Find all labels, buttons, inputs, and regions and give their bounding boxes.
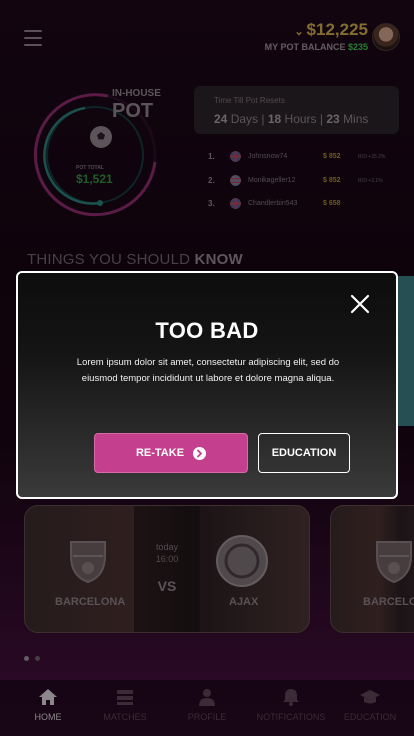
modal-title: TOO BAD xyxy=(155,318,259,343)
modal-body: Lorem ipsum dolor sit amet, consectetur … xyxy=(76,357,340,384)
education-button[interactable]: EDUCATION xyxy=(258,433,350,473)
arrow-right-circle-icon xyxy=(193,446,207,460)
app-screen: ⌄ $12,225 MY POT BALANCE $235 IN-HOUSE PO… xyxy=(0,0,414,736)
result-modal: TOO BAD Lorem ipsum dolor sit amet, cons… xyxy=(16,271,398,499)
close-icon[interactable] xyxy=(349,293,371,315)
retake-button[interactable]: RE-TAKE xyxy=(94,433,248,473)
retake-label: RE-TAKE xyxy=(135,447,185,459)
